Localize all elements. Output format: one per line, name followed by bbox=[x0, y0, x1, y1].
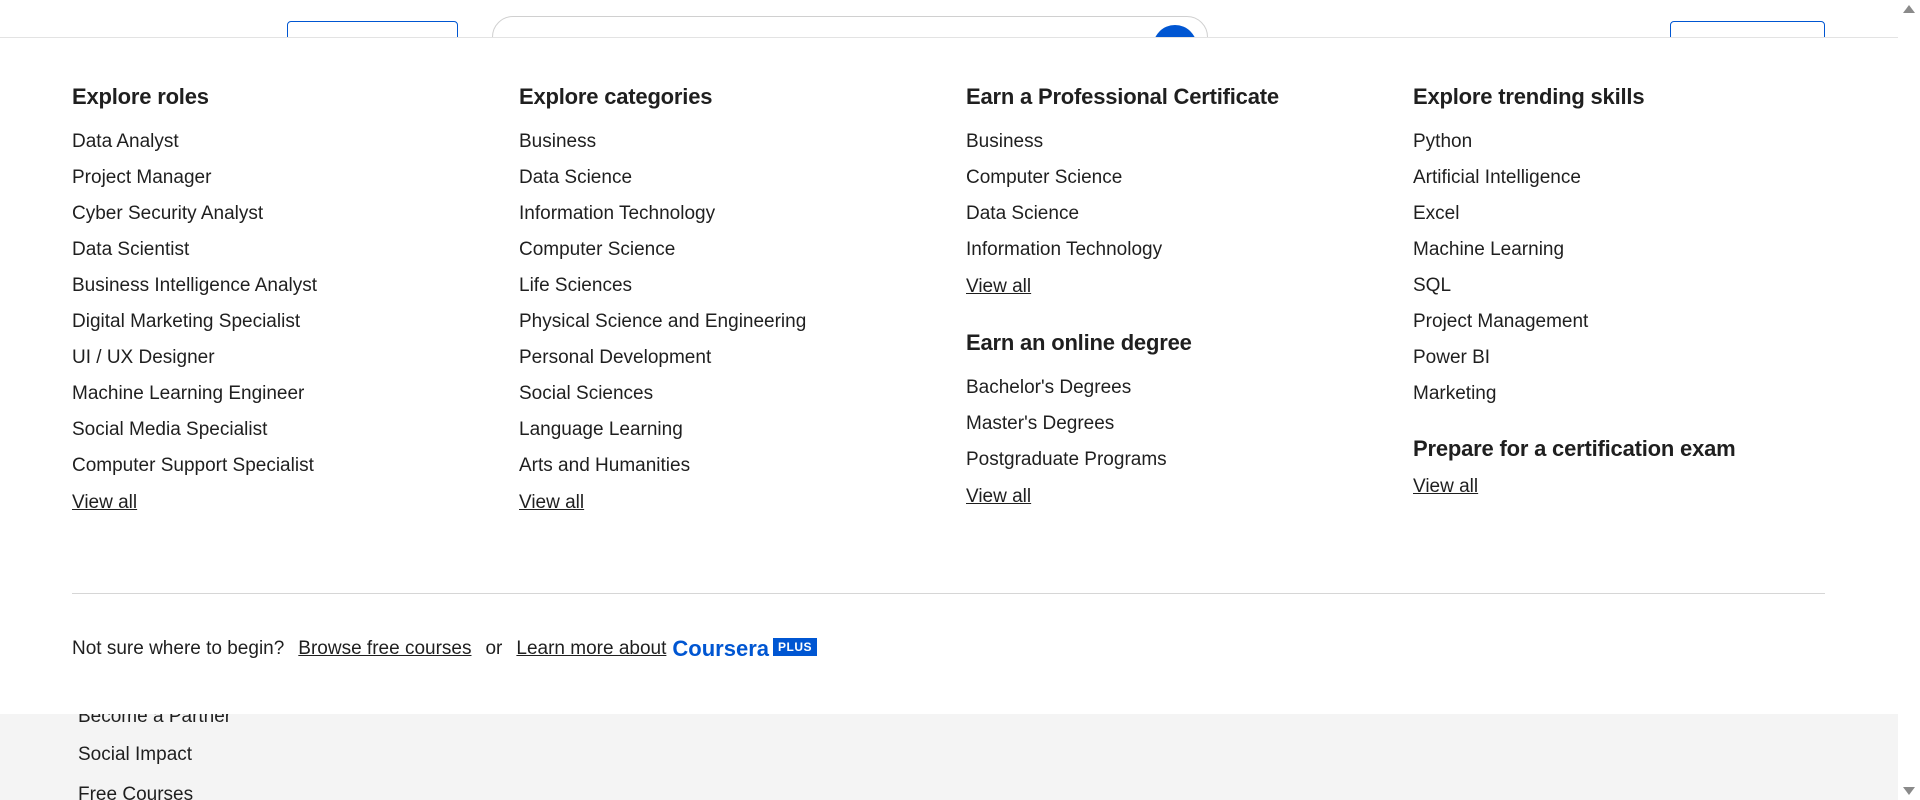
column-heading: Earn a Professional Certificate bbox=[966, 84, 1279, 109]
list-item[interactable]: Arts and Humanities bbox=[519, 448, 939, 484]
view-all-degrees-link[interactable]: View all bbox=[966, 486, 1031, 508]
list-item[interactable]: Artificial Intelligence bbox=[1413, 160, 1833, 196]
online-degree-section: Earn an online degree Bachelor's Degrees… bbox=[966, 330, 1386, 508]
column-heading: Explore trending skills bbox=[1413, 84, 1645, 109]
categories-list: Business Data Science Information Techno… bbox=[519, 124, 939, 484]
list-item[interactable]: Business bbox=[519, 124, 939, 160]
coursera-plus-brand[interactable]: Coursera bbox=[672, 636, 769, 662]
view-all-exams-link[interactable]: View all bbox=[1413, 476, 1478, 498]
list-item[interactable]: Physical Science and Engineering bbox=[519, 304, 939, 340]
column-subheading: Earn an online degree bbox=[966, 330, 1192, 355]
list-item[interactable]: Computer Science bbox=[519, 232, 939, 268]
list-item[interactable]: Data Analyst bbox=[72, 124, 492, 160]
list-item[interactable]: Machine Learning bbox=[1413, 232, 1833, 268]
scroll-down-arrow-icon[interactable] bbox=[1903, 787, 1915, 795]
degree-list: Bachelor's Degrees Master's Degrees Post… bbox=[966, 370, 1386, 478]
list-item[interactable]: Cyber Security Analyst bbox=[72, 196, 492, 232]
list-item[interactable]: Business Intelligence Analyst bbox=[72, 268, 492, 304]
search-input[interactable] bbox=[492, 16, 1208, 37]
roles-list: Data Analyst Project Manager Cyber Secur… bbox=[72, 124, 492, 484]
list-item[interactable]: Social Media Specialist bbox=[72, 412, 492, 448]
list-item[interactable]: Excel bbox=[1413, 196, 1833, 232]
site-header bbox=[0, 0, 1898, 37]
list-item[interactable]: Python bbox=[1413, 124, 1833, 160]
list-item[interactable]: Life Sciences bbox=[519, 268, 939, 304]
list-item[interactable]: Postgraduate Programs bbox=[966, 442, 1386, 478]
cta-or: or bbox=[485, 638, 503, 659]
certificate-list: Business Computer Science Data Science I… bbox=[966, 124, 1386, 268]
explore-mega-menu: Explore roles Data Analyst Project Manag… bbox=[0, 37, 1898, 714]
list-item[interactable]: Computer Support Specialist bbox=[72, 448, 492, 484]
footer-link-free-courses[interactable]: Free Courses bbox=[78, 784, 193, 800]
list-item[interactable]: Power BI bbox=[1413, 340, 1833, 376]
column-trending-skills: Explore trending skills Python Artificia… bbox=[1413, 84, 1833, 498]
list-item[interactable]: Computer Science bbox=[966, 160, 1386, 196]
cta-prompt: Not sure where to begin? bbox=[72, 638, 285, 659]
list-item[interactable]: Data Scientist bbox=[72, 232, 492, 268]
footer-link-social-impact[interactable]: Social Impact bbox=[78, 744, 192, 766]
list-item[interactable]: Master's Degrees bbox=[966, 406, 1386, 442]
list-item[interactable]: Machine Learning Engineer bbox=[72, 376, 492, 412]
list-item[interactable]: Data Science bbox=[519, 160, 939, 196]
list-item[interactable]: Project Management bbox=[1413, 304, 1833, 340]
list-item[interactable]: Business bbox=[966, 124, 1386, 160]
column-professional-certificate: Earn a Professional Certificate Business… bbox=[966, 84, 1386, 508]
column-heading: Explore categories bbox=[519, 84, 713, 109]
page-scrollbar[interactable] bbox=[1898, 0, 1920, 800]
join-button[interactable] bbox=[1670, 21, 1825, 37]
list-item[interactable]: Information Technology bbox=[519, 196, 939, 232]
list-item[interactable]: Social Sciences bbox=[519, 376, 939, 412]
browse-free-courses-link[interactable]: Browse free courses bbox=[298, 638, 471, 660]
list-item[interactable]: UI / UX Designer bbox=[72, 340, 492, 376]
scroll-up-arrow-icon[interactable] bbox=[1903, 5, 1915, 13]
list-item[interactable]: Marketing bbox=[1413, 376, 1833, 412]
list-item[interactable]: Project Manager bbox=[72, 160, 492, 196]
column-explore-roles: Explore roles Data Analyst Project Manag… bbox=[72, 84, 492, 514]
certification-exam-section: Prepare for a certification exam View al… bbox=[1413, 436, 1833, 498]
site-footer: Become a Partner Social Impact Free Cour… bbox=[0, 714, 1898, 800]
list-item[interactable]: Language Learning bbox=[519, 412, 939, 448]
list-item[interactable]: Information Technology bbox=[966, 232, 1386, 268]
bottom-cta: Not sure where to begin? Browse free cou… bbox=[72, 636, 817, 662]
column-heading: Explore roles bbox=[72, 84, 209, 109]
list-item[interactable]: Personal Development bbox=[519, 340, 939, 376]
column-explore-categories: Explore categories Business Data Science… bbox=[519, 84, 939, 514]
list-item[interactable]: Data Science bbox=[966, 196, 1386, 232]
view-all-certificates-link[interactable]: View all bbox=[966, 276, 1031, 298]
skills-list: Python Artificial Intelligence Excel Mac… bbox=[1413, 124, 1833, 412]
view-all-roles-link[interactable]: View all bbox=[72, 492, 137, 514]
footer-link-partner[interactable]: Become a Partner bbox=[78, 714, 231, 728]
menu-divider bbox=[72, 593, 1825, 594]
view-all-categories-link[interactable]: View all bbox=[519, 492, 584, 514]
learn-more-link[interactable]: Learn more about bbox=[516, 638, 666, 660]
list-item[interactable]: Digital Marketing Specialist bbox=[72, 304, 492, 340]
list-item[interactable]: SQL bbox=[1413, 268, 1833, 304]
column-subheading: Prepare for a certification exam bbox=[1413, 436, 1736, 461]
plus-badge: PLUS bbox=[772, 638, 817, 656]
explore-button[interactable] bbox=[287, 21, 458, 37]
list-item[interactable]: Bachelor's Degrees bbox=[966, 370, 1386, 406]
